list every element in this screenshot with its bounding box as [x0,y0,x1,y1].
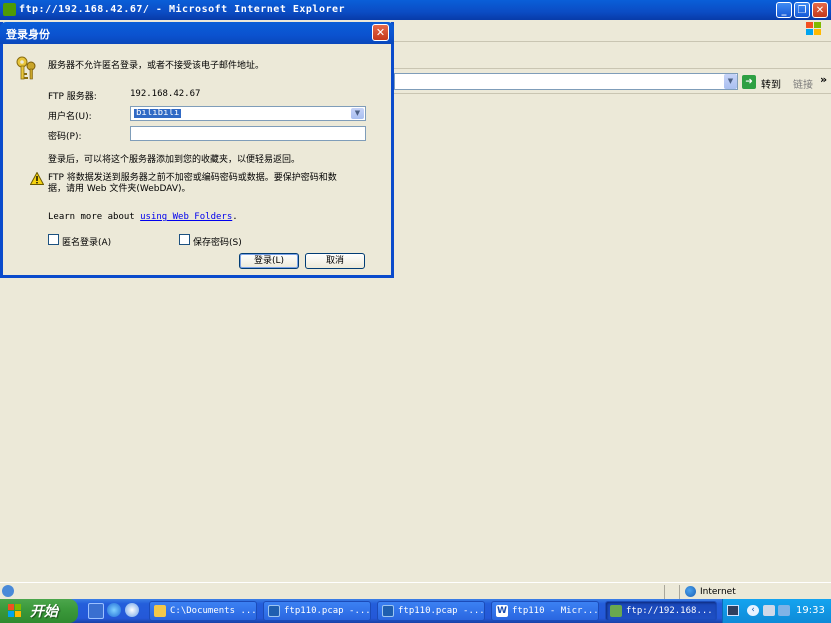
cancel-button[interactable]: 取消 [305,253,365,269]
learn-more-suffix: . [232,212,238,222]
status-divider [679,585,680,599]
taskbar-item-wireshark-2[interactable]: ftp110.pcap -... [377,601,485,621]
taskbar-item-label: ftp110.pcap -... [284,606,371,616]
save-password-checkbox[interactable] [179,234,190,245]
taskbar-item-label: ftp110.pcap -... [398,606,485,616]
taskbar-item-documents[interactable]: C:\Documents ... [149,601,257,621]
username-combobox[interactable]: bilibili ▼ [130,106,366,121]
save-password-label[interactable]: 保存密码(S) [193,235,242,248]
taskbar-item-ie[interactable]: ftp://192.168... [605,601,717,621]
learn-more-text: Learn more about using Web Folders. [48,212,238,222]
windows-logo-icon [806,22,824,38]
maximize-button[interactable]: ❐ [794,2,810,18]
username-value: bilibili [134,108,182,118]
minimize-button[interactable]: _ [776,2,792,18]
internet-zone-icon [685,586,696,597]
system-tray: ‹ 19:33 [722,599,831,623]
taskbar-item-label: ftp110 - Micr... [512,606,599,616]
ie-window-icon [3,3,16,16]
ie-titlebar[interactable]: ftp://192.168.42.67/ - Microsoft Interne… [0,0,831,20]
media-player-icon[interactable] [125,603,139,617]
server-label: FTP 服务器: [48,92,97,102]
close-button[interactable]: ✕ [812,2,828,18]
links-chevron-icon[interactable]: » [820,73,827,86]
dialog-titlebar[interactable]: 登录身份 ✕ [0,22,394,44]
folder-icon [154,605,166,617]
learn-more-prefix: Learn more about [48,212,135,222]
windows-flag-icon [8,604,23,618]
anonymous-login-label[interactable]: 匿名登录(A) [62,235,111,248]
network-icon[interactable] [763,605,775,616]
start-button[interactable]: 开始 [0,599,78,623]
dialog-title: 登录身份 [6,28,50,41]
status-divider [664,585,665,599]
go-arrow-icon: ➜ [742,75,756,89]
taskbar-item-word[interactable]: W ftp110 - Micr... [491,601,599,621]
address-dropdown-button[interactable]: ▼ [724,74,737,89]
password-label: 密码(P): [48,132,82,142]
address-input[interactable] [394,73,738,90]
login-dialog: 登录身份 ✕ 服务器不允许匿名登录，或者不接受该电子邮件地址。 FTP 服务器:… [0,22,394,278]
anonymous-login-checkbox[interactable] [48,234,59,245]
show-desktop-icon[interactable] [88,603,104,619]
tray-expand-icon[interactable]: ‹ [747,605,759,616]
page-status-icon [2,585,14,597]
ie-quicklaunch-icon[interactable] [107,603,121,617]
ie-icon [610,605,622,617]
login-button[interactable]: 登录(L) [239,253,299,269]
keyboard-icon[interactable] [727,605,739,616]
clock[interactable]: 19:33 [796,605,825,616]
web-folders-link[interactable]: using Web Folders [140,212,232,222]
start-label: 开始 [30,604,58,620]
wireshark-icon [268,605,280,617]
taskbar-item-label: C:\Documents ... [170,606,257,616]
taskbar-item-wireshark-1[interactable]: ftp110.pcap -... [263,601,371,621]
wireshark-icon [382,605,394,617]
username-label: 用户名(U): [48,112,92,122]
password-field[interactable] [130,126,366,141]
status-bar: Internet [0,582,831,600]
taskbar-item-label: ftp://192.168... [626,606,713,616]
ie-window-title: ftp://192.168.42.67/ - Microsoft Interne… [19,4,346,15]
volume-icon[interactable] [778,605,790,616]
go-label: 转到 [761,80,781,91]
username-dropdown-button[interactable]: ▼ [351,108,364,119]
internet-zone-label: Internet [700,587,736,597]
server-value: 192.168.42.67 [130,89,201,99]
keys-icon [16,56,36,80]
dialog-close-button[interactable]: ✕ [372,24,389,41]
favorites-note: 登录后，可以将这个服务器添加到您的收藏夹，以便轻易返回。 [48,155,301,165]
taskbar: 开始 C:\Documents ... ftp110.pcap -... ftp… [0,599,831,623]
warning-text-line2: 据，请用 Web 文件夹(WebDAV)。 [48,184,191,194]
warning-icon [30,172,44,185]
links-label[interactable]: 链接 [793,76,813,91]
dialog-message: 服务器不允许匿名登录，或者不接受该电子邮件地址。 [48,61,265,71]
go-button[interactable]: ➜ 转到 [742,74,788,91]
word-icon: W [496,605,508,617]
